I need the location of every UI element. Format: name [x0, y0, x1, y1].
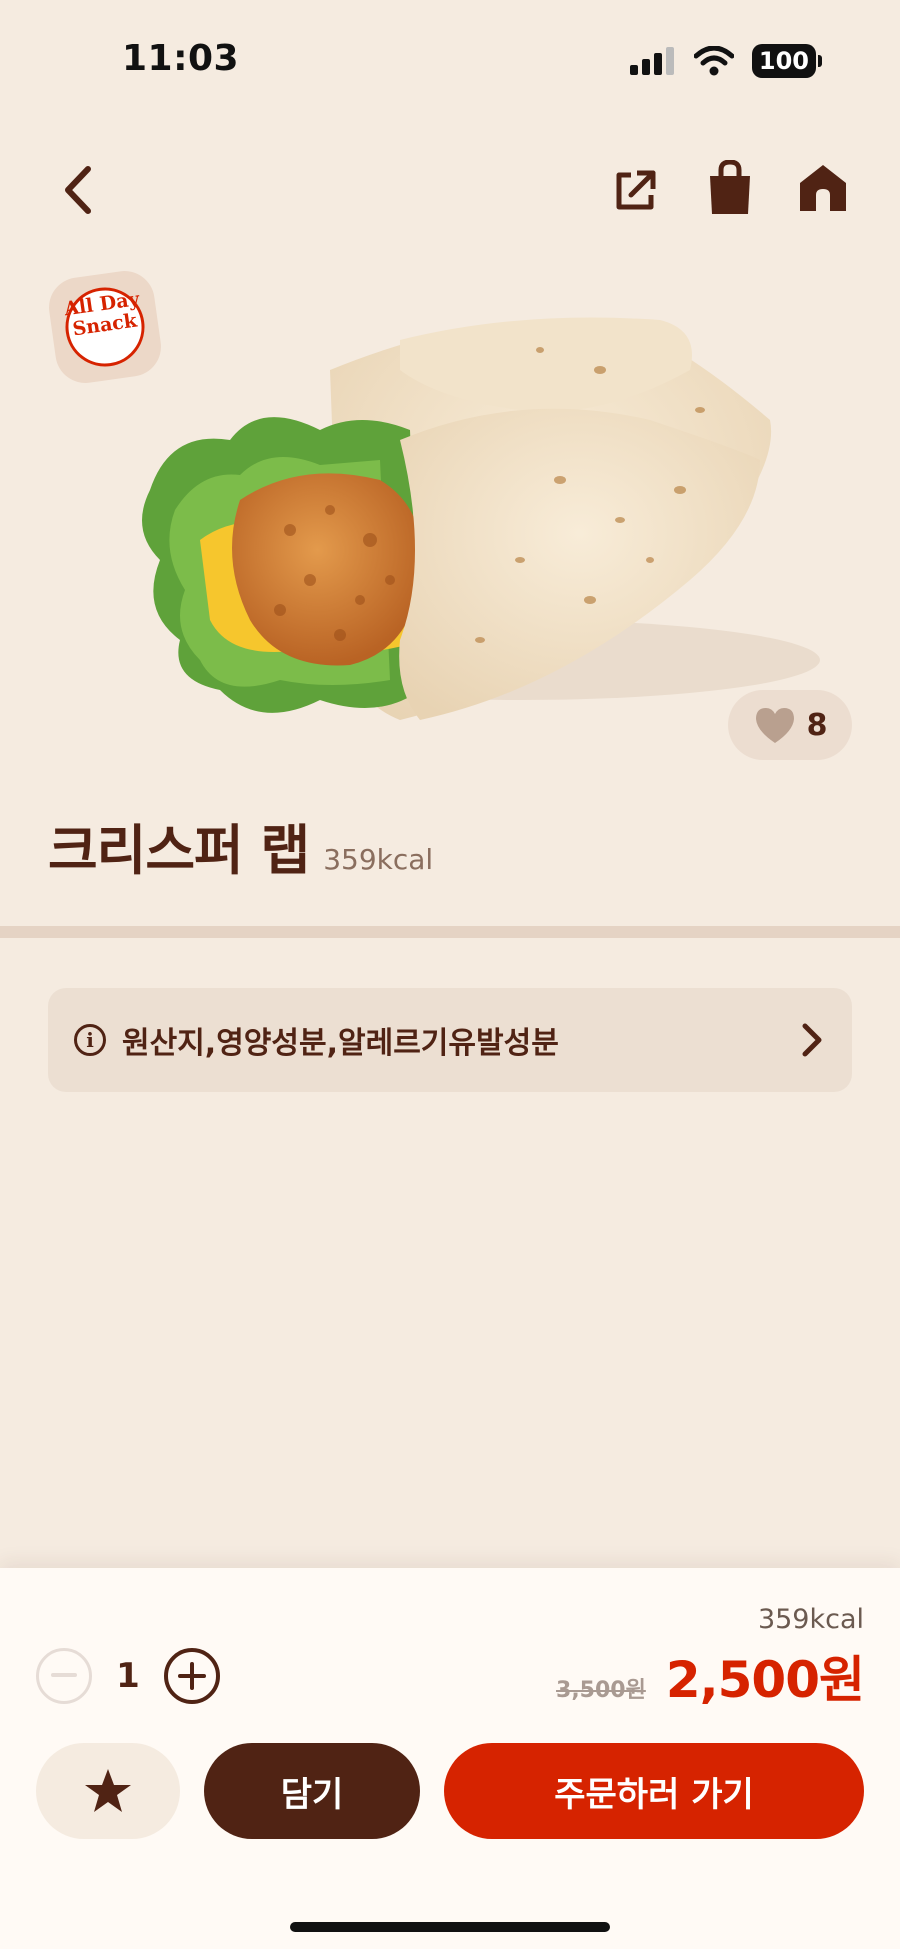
status-time: 11:03: [122, 38, 240, 79]
nutrition-info-label: 원산지,영양성분,알레르기유발성분: [122, 1026, 559, 1061]
nutrition-info-link[interactable]: i 원산지,영양성분,알레르기유발성분: [48, 988, 852, 1092]
order-kcal: 359kcal: [757, 1604, 864, 1635]
go-to-order-button[interactable]: 주문하러 가기: [444, 1743, 864, 1839]
wifi-icon: [693, 46, 734, 76]
decrease-quantity-button[interactable]: [36, 1648, 92, 1704]
star-icon: [85, 1769, 131, 1812]
like-count: 8: [806, 707, 828, 743]
product-title: 크리스퍼 랩 359kcal: [48, 806, 433, 885]
status-icons: 100: [629, 44, 822, 78]
add-to-cart-button[interactable]: 담기: [204, 1743, 420, 1839]
original-price: 3,500원: [556, 1678, 646, 1703]
heart-icon: [755, 708, 794, 743]
home-icon[interactable]: [796, 160, 850, 216]
minus-icon: [51, 1673, 77, 1677]
battery-level: 100: [751, 44, 816, 78]
favorite-button[interactable]: [36, 1743, 180, 1839]
all-day-snack-badge: All Day Snack: [41, 263, 170, 392]
quantity-stepper: 1: [36, 1648, 220, 1704]
signal-icon: [629, 47, 674, 75]
order-sheet: 359kcal 1 3,500원 2,500원 담기 주문하러 가기: [0, 1568, 900, 1949]
product-name: 크리스퍼 랩: [48, 819, 310, 882]
home-indicator: [290, 1922, 610, 1932]
price-row: 3,500원 2,500원: [556, 1640, 865, 1712]
chevron-right-icon: [802, 1023, 822, 1057]
sale-price: 2,500원: [665, 1651, 865, 1709]
share-icon[interactable]: [610, 164, 660, 218]
chevron-left-icon[interactable]: [52, 160, 102, 220]
battery-icon: 100: [751, 44, 822, 78]
quantity-value: 1: [116, 1656, 140, 1696]
product-kcal: 359kcal: [323, 843, 434, 876]
increase-quantity-button[interactable]: [164, 1648, 220, 1704]
section-divider: [0, 926, 900, 938]
info-icon: i: [74, 1024, 106, 1056]
plus-icon: [178, 1662, 206, 1690]
status-bar: 11:03 100: [0, 0, 900, 120]
shopping-bag-icon[interactable]: [704, 158, 756, 218]
like-button[interactable]: 8: [728, 690, 852, 760]
